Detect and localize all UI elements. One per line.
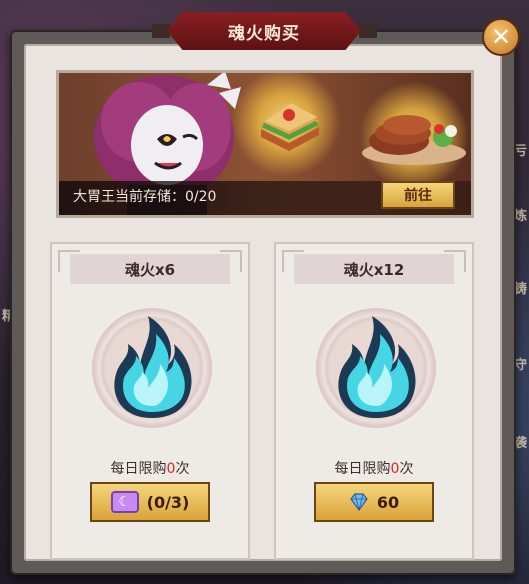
buy-button[interactable]: ☾ (0/3) <box>90 482 210 522</box>
sandwich-icon <box>261 103 319 151</box>
title-ornament <box>359 24 377 38</box>
daily-limit: 每日限购0次 <box>276 458 472 478</box>
buy-button[interactable]: 60 <box>314 482 434 522</box>
card-title: 魂火x12 <box>343 260 405 279</box>
close-icon: ✕ <box>490 23 512 51</box>
go-button[interactable]: 前往 <box>381 181 455 209</box>
soul-fire-icon <box>338 316 416 418</box>
price-label: 60 <box>376 492 400 512</box>
daily-limit-unit: 次 <box>175 461 190 477</box>
moon-ticket-icon: ☾ <box>110 491 139 513</box>
product-card: 魂火x12 每日限购0次 60 <box>274 242 474 560</box>
popup-title-tab: 魂火购买 <box>167 12 361 50</box>
daily-limit: 每日限购0次 <box>52 458 248 478</box>
card-title-bar: 魂火x6 <box>70 254 230 284</box>
price-label: (0/3) <box>146 492 190 512</box>
close-button[interactable]: ✕ <box>482 18 520 56</box>
card-title-bar: 魂火x12 <box>294 254 454 284</box>
product-card: 魂火x6 每日限购0次 ☾ (0/3) <box>50 242 250 560</box>
popup-title: 魂火购买 <box>228 23 300 44</box>
daily-limit-label: 每日限购 <box>334 461 391 477</box>
diamond-icon <box>350 493 368 511</box>
storage-label: 大胃王当前存储：0/20 <box>73 189 217 205</box>
card-title: 魂火x6 <box>124 260 176 279</box>
meat-plate-icon <box>362 115 466 165</box>
daily-limit-unit: 次 <box>399 461 414 477</box>
soul-fire-icon <box>114 316 192 418</box>
promo-banner: 大胃王当前存储：0/20 前往 <box>56 70 474 218</box>
daily-limit-label: 每日限购 <box>110 461 167 477</box>
